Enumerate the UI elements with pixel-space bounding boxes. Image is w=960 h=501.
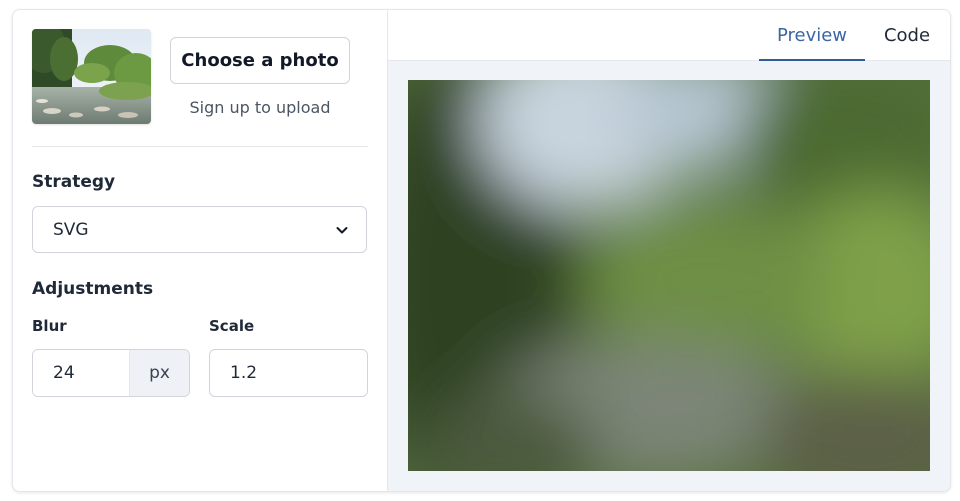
section-divider (32, 146, 368, 147)
placeholder-generator-card: Choose a photo Sign up to upload Strateg… (12, 9, 951, 492)
scale-input[interactable]: 1.2 (209, 349, 368, 397)
output-panel: Preview Code (388, 10, 950, 491)
strategy-label: Strategy (32, 172, 116, 192)
blur-label: Blur (32, 317, 67, 335)
settings-panel: Choose a photo Sign up to upload Strateg… (13, 10, 387, 491)
adjustments-label: Adjustments (32, 279, 154, 299)
tab-code[interactable]: Code (877, 10, 937, 60)
scale-label: Scale (209, 317, 255, 335)
output-tab-bar: Preview Code (388, 10, 950, 61)
photo-thumbnail (32, 29, 151, 124)
tab-preview[interactable]: Preview (759, 10, 865, 61)
choose-photo-button[interactable]: Choose a photo (170, 37, 350, 84)
strategy-selected-value: SVG (53, 219, 89, 240)
blur-unit-addon: px (129, 350, 189, 396)
blurred-preview-image (408, 80, 930, 471)
sign-up-to-upload-text: Sign up to upload (189, 98, 331, 117)
blur-input[interactable]: 24 (33, 350, 129, 396)
blur-input-group: 24 px (32, 349, 190, 397)
chevron-down-icon (336, 227, 348, 234)
strategy-select[interactable]: SVG (32, 206, 367, 253)
